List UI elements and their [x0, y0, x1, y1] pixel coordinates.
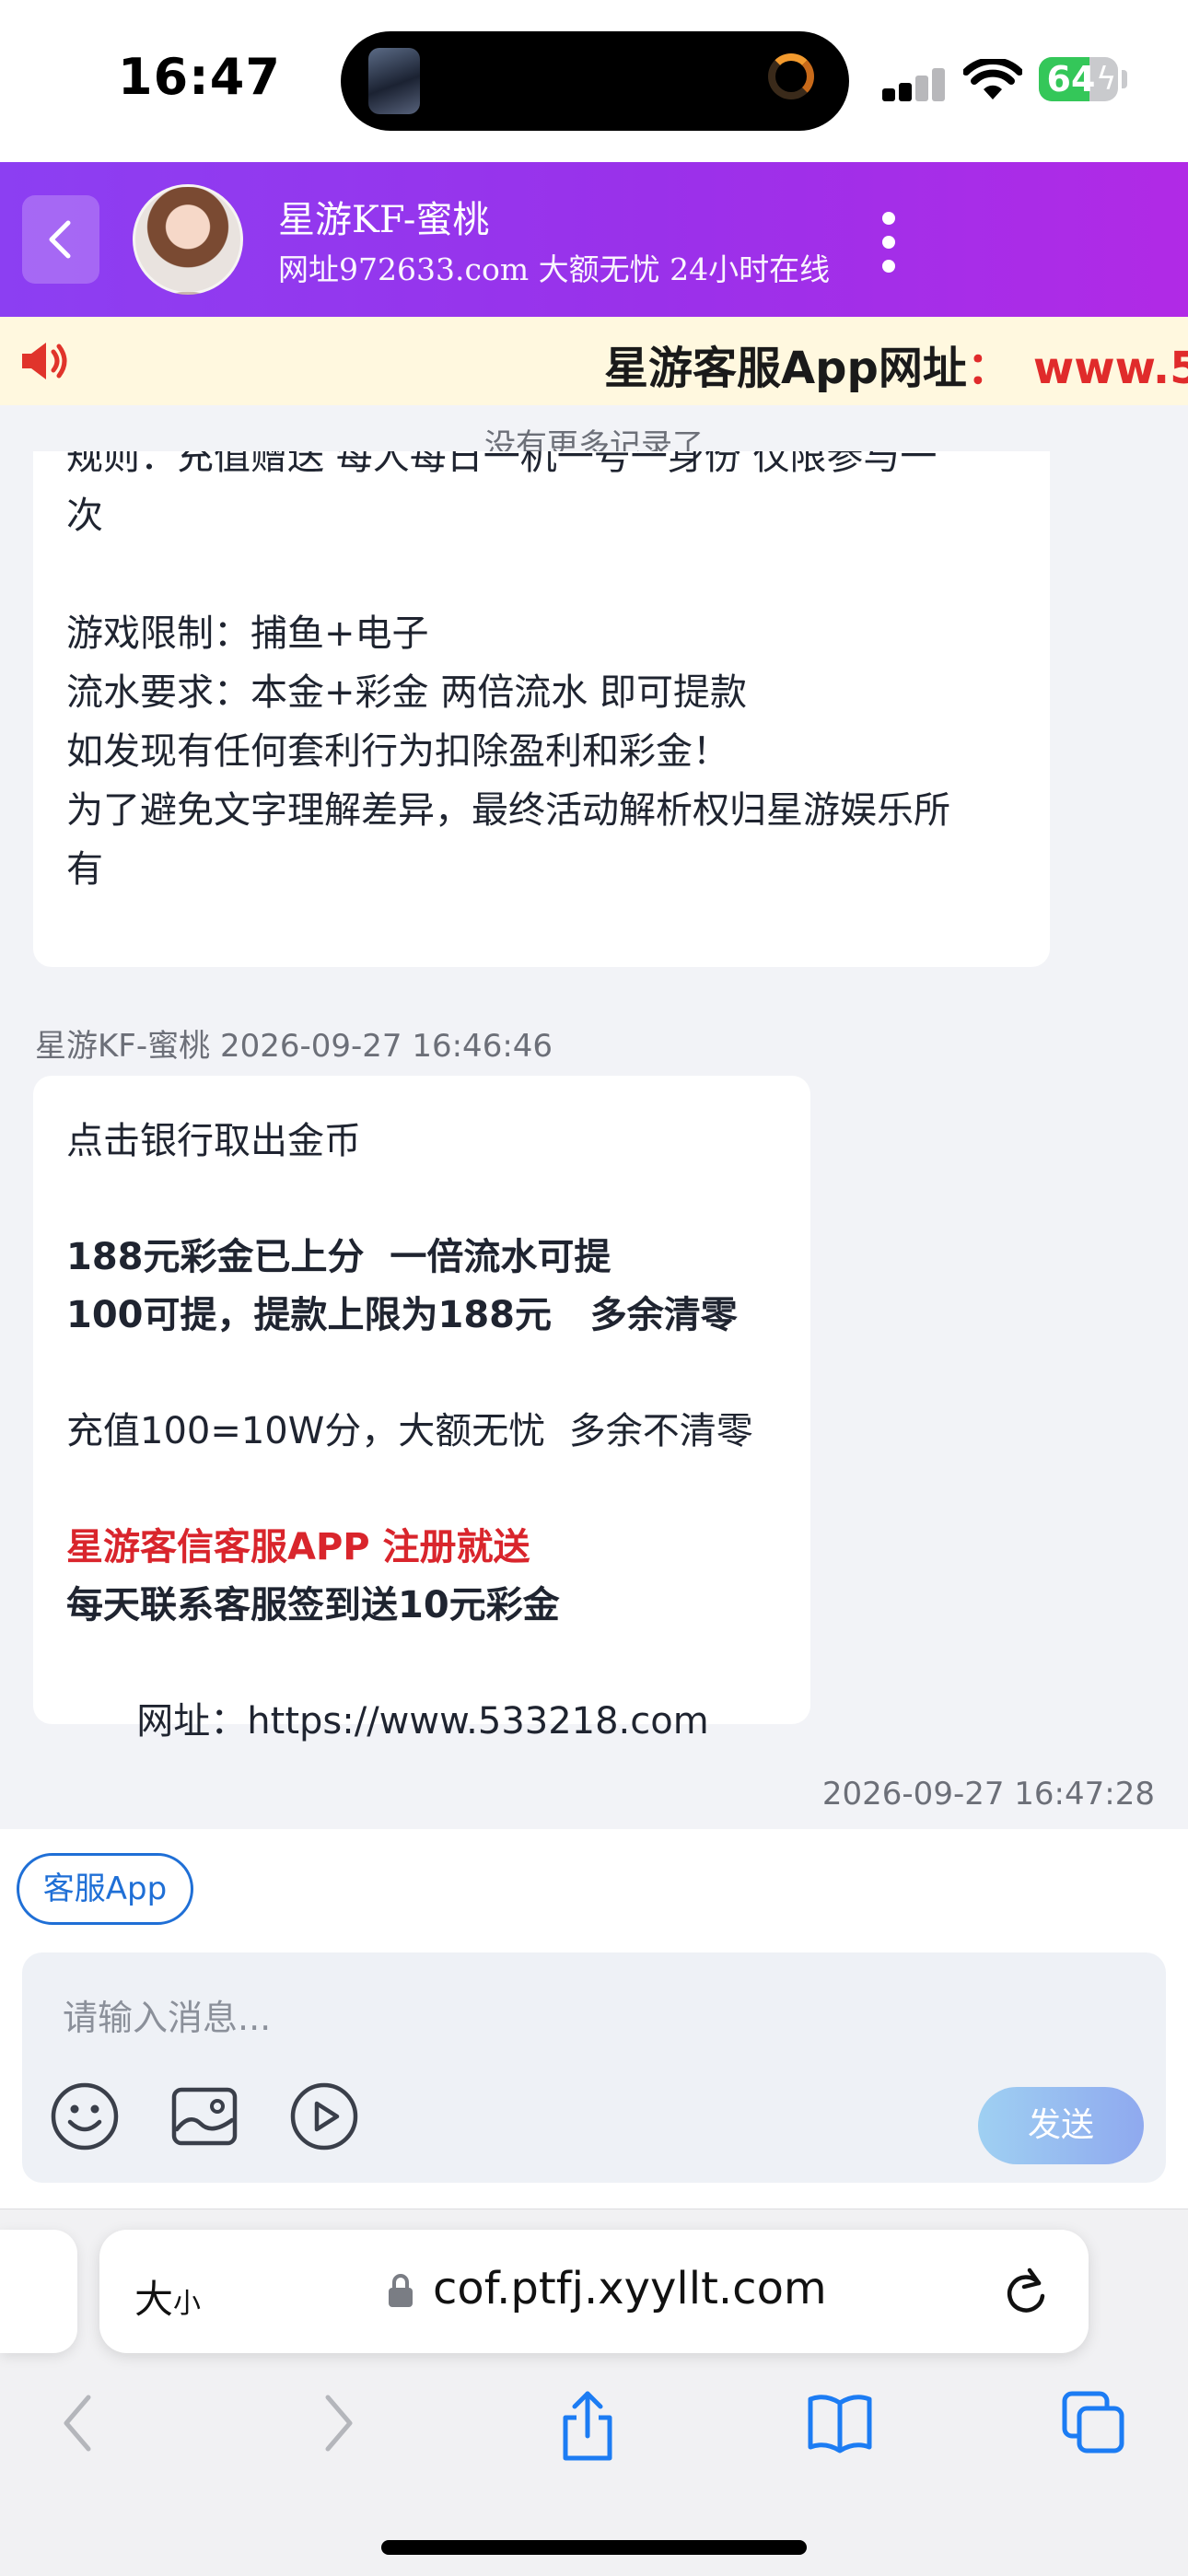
- video-play-icon[interactable]: [289, 2081, 359, 2151]
- marquee-text: 星游客服App网址： www.5: [604, 332, 1188, 396]
- back-nav-icon[interactable]: [57, 2390, 101, 2456]
- now-playing-thumbnail: [368, 48, 420, 114]
- agent-subtitle: 网址972633.com 大额无忧 24小时在线: [278, 251, 831, 287]
- text-size-big: 大: [134, 2277, 174, 2322]
- megaphone-icon: [22, 343, 67, 379]
- charging-bolt-icon: ϟ: [1096, 61, 1117, 98]
- dynamic-island: [341, 31, 849, 131]
- bookmarks-icon[interactable]: [805, 2390, 875, 2456]
- marquee-url[interactable]: www.5: [1033, 343, 1188, 394]
- share-icon[interactable]: [556, 2390, 619, 2464]
- chevron-left-icon: [49, 220, 71, 259]
- message-link[interactable]: https://www.533218.com: [247, 1700, 708, 1743]
- message-bubble: 规则：充值赠送 每人每日一机一号一身份 仅限参与一次 游戏限制：捕鱼+电子流水要…: [33, 451, 1050, 967]
- tabs-icon[interactable]: [1061, 2390, 1127, 2456]
- message-composer: 发送: [22, 1952, 1166, 2183]
- message-line: 规则：充值赠送 每人每日一机一号一身份 仅限参与一: [66, 451, 938, 478]
- more-options-button[interactable]: [871, 210, 908, 274]
- message-meta: 星游KF-蜜桃 2026-09-27 16:46:46: [35, 1020, 553, 1066]
- lock-icon: [389, 2274, 413, 2307]
- message-line: 流水要求：本金+彩金 两倍流水 即可提款: [66, 671, 747, 714]
- chat-header: 星游KF-蜜桃 网址972633.com 大额无忧 24小时在线: [0, 162, 1188, 317]
- status-bar: 16:47 64 ϟ: [0, 0, 1188, 162]
- message-line: 游戏限制：捕鱼+电子: [66, 612, 429, 655]
- message-line: [66, 545, 1024, 604]
- wifi-icon: [963, 59, 1022, 99]
- message-text: 点击银行取出金币 188元彩金已上分 一倍流水可提 100可提，提款上限为188…: [66, 1113, 803, 1809]
- message-time: 2026-09-27 16:46:46: [219, 1028, 553, 1065]
- message-line: 为了避免文字理解差异，最终活动解析权归星游娱乐所: [66, 789, 950, 832]
- message-line: 点击银行取出金币: [66, 1120, 361, 1162]
- home-indicator: [381, 2540, 807, 2555]
- image-icon[interactable]: [169, 2081, 239, 2151]
- browser-toolbar: 大小 cof.ptfj.xyyllt.com: [0, 2209, 1188, 2576]
- reload-icon[interactable]: [1002, 2267, 1050, 2318]
- previous-tab-preview[interactable]: [0, 2230, 77, 2353]
- agent-avatar[interactable]: [133, 184, 243, 295]
- input-area: 客服App 发送: [0, 1829, 1188, 2209]
- message-line: 100可提，提款上限为188元 多余清零: [66, 1294, 738, 1336]
- battery-nub: [1122, 70, 1127, 88]
- battery-level: 64: [1046, 59, 1096, 99]
- message-line: 次: [66, 495, 103, 537]
- text-size-button[interactable]: 大小: [134, 2268, 201, 2325]
- emoji-icon[interactable]: [50, 2081, 120, 2151]
- cellular-signal-icon: [882, 68, 947, 101]
- message-line: 188元彩金已上分 一倍流水可提: [66, 1236, 611, 1278]
- message-input[interactable]: [61, 1989, 893, 2046]
- back-button[interactable]: [22, 195, 99, 284]
- marquee-title: 星游客服App网址: [604, 343, 967, 394]
- send-button[interactable]: 发送: [978, 2087, 1144, 2164]
- last-message-time: 2026-09-27 16:47:28: [821, 1776, 1155, 1813]
- url-domain: cof.ptfj.xyyllt.com: [433, 2263, 827, 2314]
- marquee-colon: ：: [966, 343, 1011, 394]
- announcement-marquee: 星游客服App网址： www.5: [0, 317, 1188, 405]
- message-text: 规则：充值赠送 每人每日一机一号一身份 仅限参与一次 游戏限制：捕鱼+电子流水要…: [66, 451, 1024, 899]
- battery-indicator: 64 ϟ: [1039, 57, 1118, 101]
- message-line: 每天联系客服签到送10元彩金: [66, 1584, 560, 1626]
- activity-ring-icon: [768, 53, 814, 99]
- text-size-small: 小: [173, 2288, 202, 2320]
- status-time: 16:47: [118, 48, 281, 106]
- url-label: 网址：: [136, 1700, 248, 1743]
- app-chip-button[interactable]: 客服App: [17, 1853, 193, 1925]
- message-line: 有: [66, 848, 103, 891]
- message-sender: 星游KF-蜜桃: [35, 1028, 211, 1065]
- message-bubble: 点击银行取出金币 188元彩金已上分 一倍流水可提 100可提，提款上限为188…: [33, 1076, 810, 1743]
- more-vertical-icon: [882, 212, 895, 225]
- message-line: 充值100=10W分，大额无忧 多余不清零: [66, 1410, 753, 1452]
- agent-name: 星游KF-蜜桃: [278, 199, 490, 241]
- address-bar[interactable]: 大小 cof.ptfj.xyyllt.com: [99, 2230, 1089, 2353]
- forward-nav-icon[interactable]: [315, 2390, 359, 2456]
- promo-line: 星游客信客服APP 注册就送: [66, 1526, 530, 1568]
- message-line: 如发现有任何套利行为扣除盈利和彩金！: [66, 730, 729, 773]
